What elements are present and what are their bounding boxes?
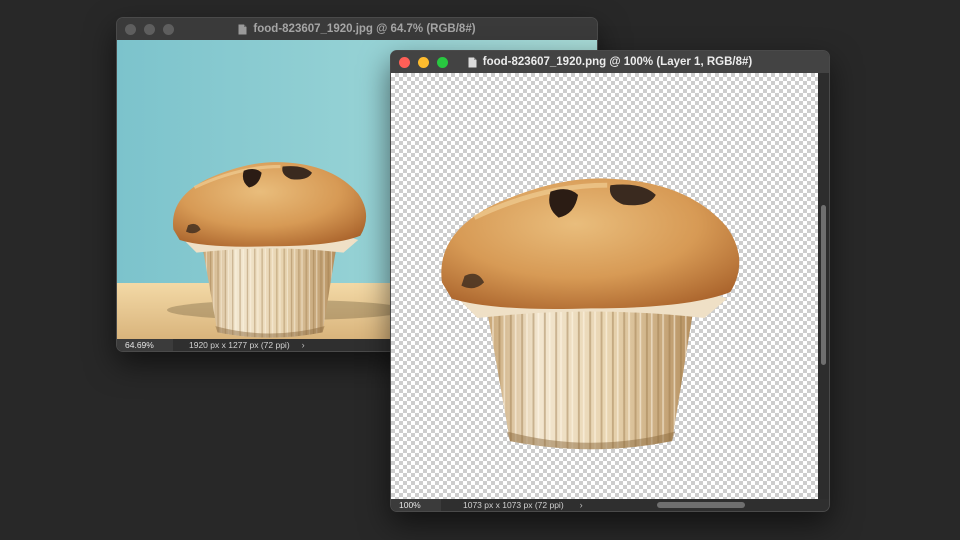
- zoom-button[interactable]: [163, 24, 174, 35]
- horizontal-scroll-thumb[interactable]: [657, 502, 745, 508]
- close-button[interactable]: [399, 57, 410, 68]
- status-bar: 100% 1073 px x 1073 px (72 ppi) ›: [391, 499, 829, 511]
- zoom-level-field[interactable]: 64.69%: [117, 339, 173, 351]
- chevron-right-icon[interactable]: ›: [580, 500, 583, 510]
- chevron-right-icon[interactable]: ›: [302, 340, 305, 350]
- window-controls: [399, 57, 448, 68]
- document-info: 1920 px x 1277 px (72 ppi): [189, 340, 290, 350]
- window-title: food-823607_1920.png @ 100% (Layer 1, RG…: [482, 56, 753, 68]
- document-icon: [468, 57, 477, 67]
- zoom-level-field[interactable]: 100%: [391, 499, 441, 511]
- document-info: 1073 px x 1073 px (72 ppi): [463, 500, 564, 510]
- vertical-scroll-thumb[interactable]: [821, 205, 826, 365]
- zoom-level: 100%: [399, 500, 421, 510]
- window-controls: [125, 24, 174, 35]
- zoom-button[interactable]: [437, 57, 448, 68]
- zoom-level: 64.69%: [125, 340, 154, 350]
- muffin-cutout: [391, 73, 818, 500]
- transparent-canvas[interactable]: [391, 73, 818, 500]
- document-icon: [238, 24, 247, 34]
- minimize-button[interactable]: [144, 24, 155, 35]
- vertical-scrollbar[interactable]: [818, 73, 829, 500]
- close-button[interactable]: [125, 24, 136, 35]
- minimize-button[interactable]: [418, 57, 429, 68]
- document-window-png[interactable]: food-823607_1920.png @ 100% (Layer 1, RG…: [390, 50, 830, 512]
- window-title: food-823607_1920.jpg @ 64.7% (RGB/8#): [253, 23, 476, 35]
- title-bar[interactable]: food-823607_1920.jpg @ 64.7% (RGB/8#): [117, 18, 597, 40]
- title-bar[interactable]: food-823607_1920.png @ 100% (Layer 1, RG…: [391, 51, 829, 73]
